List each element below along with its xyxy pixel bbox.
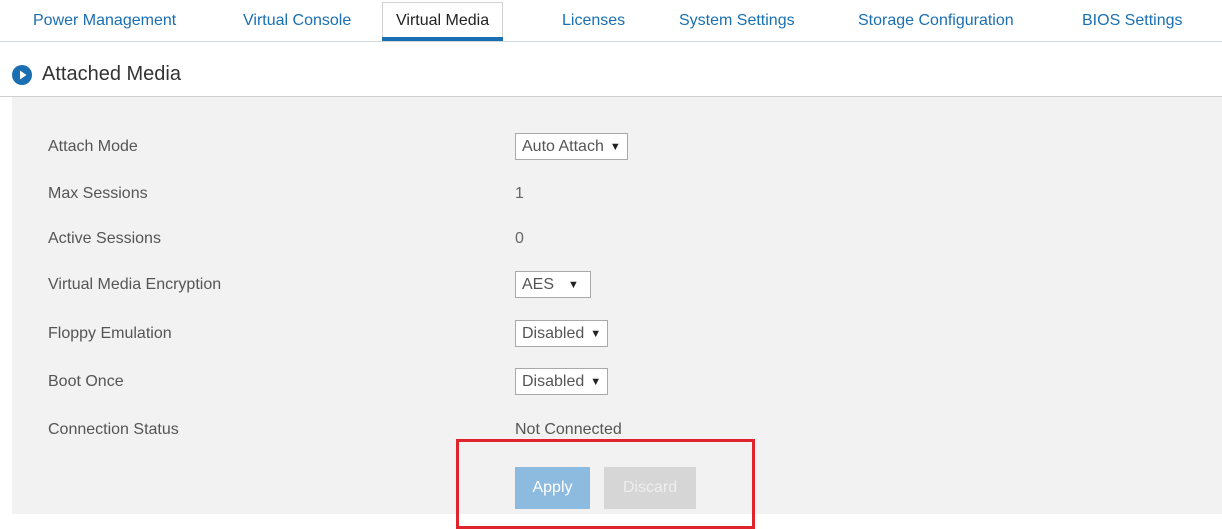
attach-mode-label: Attach Mode	[48, 138, 138, 155]
max-sessions-label: Max Sessions	[48, 185, 148, 202]
connection-status-label: Connection Status	[48, 421, 179, 438]
tab-storage-configuration[interactable]: Storage Configuration	[858, 0, 1014, 41]
encryption-select[interactable]: AES ▼	[515, 271, 591, 298]
boot-once-value: Disabled	[522, 373, 585, 390]
floppy-emulation-select[interactable]: Disabled ▼	[515, 320, 609, 347]
attach-mode-value: Auto Attach	[522, 138, 604, 155]
tab-system-settings[interactable]: System Settings	[679, 0, 795, 41]
dropdown-arrow-icon: ▼	[568, 279, 579, 291]
connection-status-value: Not Connected	[515, 421, 622, 438]
section-title: Attached Media	[42, 63, 181, 85]
dropdown-arrow-icon: ▼	[590, 328, 602, 340]
tab-virtual-console[interactable]: Virtual Console	[243, 0, 351, 41]
encryption-label: Virtual Media Encryption	[48, 276, 222, 293]
highlight-box	[456, 439, 755, 529]
tab-virtual-media[interactable]: Virtual Media	[382, 2, 504, 41]
encryption-value: AES	[522, 276, 555, 293]
tab-virtual-media-label: Virtual Media	[396, 12, 490, 29]
floppy-emulation-label: Floppy Emulation	[48, 325, 172, 342]
boot-once-label: Boot Once	[48, 373, 124, 390]
tab-bar: Power Management Virtual Console Virtual…	[0, 0, 1222, 42]
play-circle-icon[interactable]	[12, 65, 32, 85]
max-sessions-value: 1	[515, 185, 524, 202]
tab-power-management[interactable]: Power Management	[33, 0, 176, 41]
tab-bios-settings[interactable]: BIOS Settings	[1082, 0, 1183, 41]
tab-licenses[interactable]: Licenses	[562, 0, 625, 41]
active-tab-indicator	[382, 37, 504, 41]
boot-once-select[interactable]: Disabled ▼	[515, 368, 609, 395]
dropdown-arrow-icon: ▼	[590, 376, 602, 388]
active-sessions-value: 0	[515, 230, 524, 247]
section-header: Attached Media	[0, 60, 1222, 97]
floppy-emulation-value: Disabled	[522, 325, 585, 342]
dropdown-arrow-icon: ▼	[609, 141, 621, 153]
attach-mode-select[interactable]: Auto Attach ▼	[515, 133, 628, 160]
active-sessions-label: Active Sessions	[48, 230, 161, 247]
